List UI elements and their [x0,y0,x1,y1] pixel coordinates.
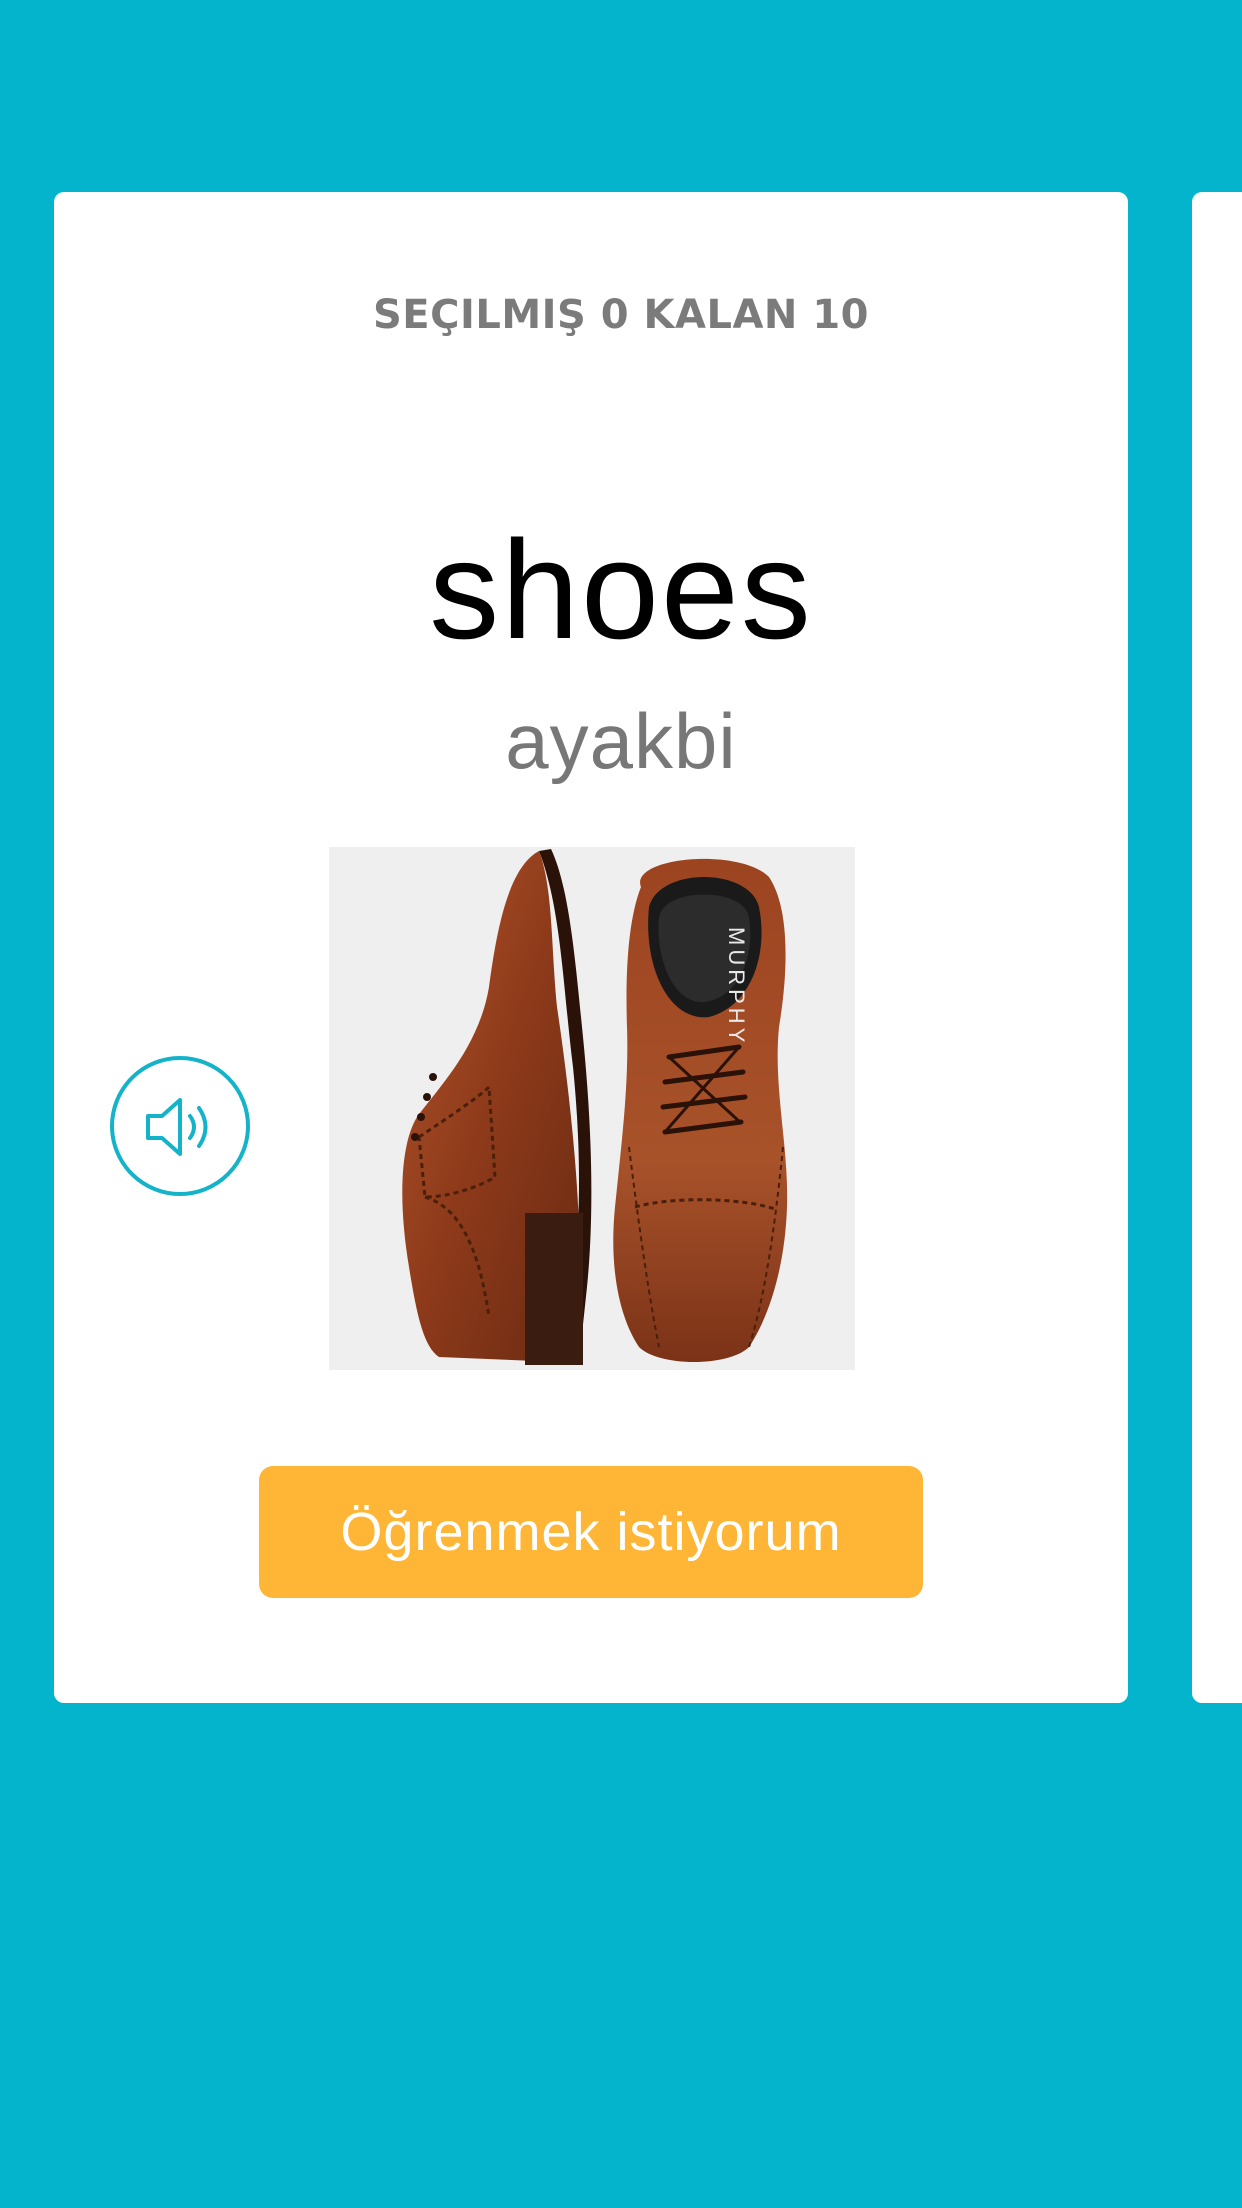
progress-counter: SEÇILMIŞ 0 KALAN 10 [372,292,869,338]
speaker-volume-icon [146,1098,208,1156]
vocabulary-word: shoes [429,511,813,668]
next-flashcard-peek[interactable] [1192,192,1242,1703]
learn-word-button[interactable]: Öğrenmek istiyorum [259,1466,923,1598]
shoes-illustration: MURPHY [402,849,788,1365]
shoe-brand-label: MURPHY [724,927,749,1046]
transliteration: ayakbi [505,697,737,785]
word-illustration: MURPHY [329,847,855,1370]
play-sound-button[interactable] [110,1056,250,1196]
